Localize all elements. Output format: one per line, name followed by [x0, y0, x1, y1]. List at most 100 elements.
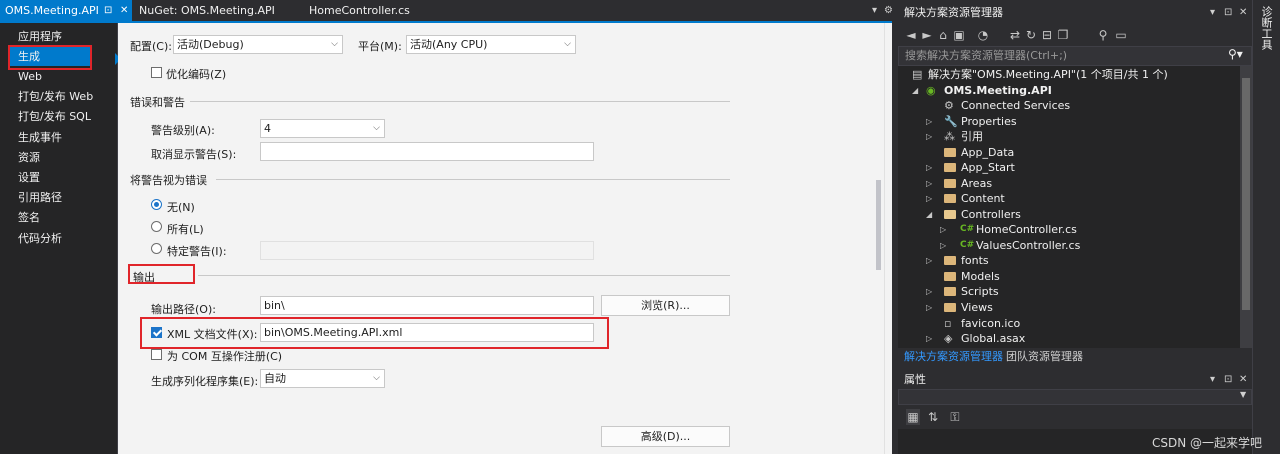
nav-item-application[interactable]: 应用程序 — [8, 27, 116, 46]
collapsed-arrow-icon[interactable]: ▷ — [926, 176, 932, 191]
properties-object-select[interactable] — [898, 389, 1252, 405]
xml-doc-path-input[interactable]: bin\OMS.Meeting.API.xml — [260, 323, 594, 342]
config-select[interactable]: 活动(Debug) ⌵ — [173, 35, 343, 54]
serialization-select[interactable]: 自动 ⌵ — [260, 369, 385, 388]
solution-explorer-title: 解决方案资源管理器 — [904, 6, 1003, 19]
back-icon[interactable]: ◄ — [904, 27, 918, 43]
pin-icon[interactable]: ⊡ — [104, 0, 112, 21]
alphabetical-icon[interactable]: ⇅ — [926, 409, 940, 425]
treat-none-label: 无(N) — [167, 201, 195, 214]
nav-item-web[interactable]: Web — [8, 67, 116, 86]
browse-button[interactable]: 浏览(R)... — [601, 295, 730, 316]
pin-icon[interactable]: ⊡ — [1224, 4, 1232, 22]
nav-item-code-analysis[interactable]: 代码分析 — [8, 229, 116, 248]
pin-icon[interactable]: ⊡ — [1224, 371, 1232, 389]
tab-team-explorer[interactable]: 团队资源管理器 — [1002, 348, 1087, 365]
expanded-arrow-icon[interactable]: ◢ — [926, 207, 932, 222]
output-path-input[interactable]: bin\ — [260, 296, 594, 315]
search-placeholder: 搜索解决方案资源管理器(Ctrl+;) — [905, 49, 1068, 62]
nav-item-resources[interactable]: 资源 — [8, 148, 116, 167]
collapsed-arrow-icon[interactable]: ▷ — [926, 129, 932, 144]
tab-project-properties[interactable]: OMS.Meeting.API ⊡ ✕ — [0, 0, 132, 21]
nav-item-package-sql[interactable]: 打包/发布 SQL — [8, 107, 116, 126]
categorized-icon[interactable]: ▦ — [906, 409, 920, 425]
chevron-down-icon: ⌵ — [373, 373, 380, 383]
folder-icon — [944, 253, 956, 269]
folder-icon — [944, 191, 956, 207]
xml-doc-label: XML 文档文件(X): — [167, 328, 258, 341]
treat-all-radio[interactable] — [151, 221, 162, 232]
window-position-icon[interactable]: ▾ — [1210, 4, 1215, 22]
collapsed-arrow-icon[interactable]: ▷ — [926, 160, 932, 175]
advanced-button[interactable]: 高级(D)... — [601, 426, 730, 447]
solution-explorer-search[interactable]: 搜索解决方案资源管理器(Ctrl+;) — [898, 46, 1252, 66]
config-label: 配置(C): — [130, 40, 172, 53]
output-section-title: 输出 — [133, 271, 155, 284]
solution-icon: ▤ — [912, 68, 923, 81]
nav-item-reference-paths[interactable]: 引用路径 — [8, 188, 116, 207]
diagnostic-tools-tab[interactable]: 诊断工具 — [1258, 6, 1273, 50]
xml-doc-checkbox[interactable] — [151, 327, 162, 338]
sync-icon[interactable]: ⇄ — [1008, 27, 1022, 43]
folder-icon — [944, 176, 956, 192]
folder-icon — [944, 269, 956, 285]
collapsed-arrow-icon[interactable]: ▷ — [940, 222, 946, 237]
window-position-icon[interactable]: ▾ — [1210, 371, 1215, 389]
com-interop-checkbox[interactable] — [151, 349, 162, 360]
serialization-value: 自动 — [264, 372, 286, 385]
wrench-icon[interactable]: ⚲ — [1096, 27, 1110, 43]
show-all-files-icon[interactable]: ❐ — [1056, 27, 1070, 43]
explorer-bottom-tabs: 解决方案资源管理器 团队资源管理器 — [898, 348, 1252, 365]
suppress-warnings-input[interactable] — [260, 142, 594, 161]
optimize-label: 优化编码(Z) — [166, 68, 227, 81]
optimize-checkbox[interactable] — [151, 67, 162, 78]
collapsed-arrow-icon[interactable]: ▷ — [926, 331, 932, 346]
output-divider — [198, 275, 730, 276]
solution-tree-scrollbar-thumb[interactable] — [1242, 78, 1250, 310]
properties-toolbar: ▦ ⇅ ⚿ — [898, 405, 1252, 429]
tab-homecontroller[interactable]: HomeController.cs — [309, 0, 410, 21]
switch-views-icon[interactable]: ▣ — [952, 27, 966, 43]
treat-specific-radio[interactable] — [151, 243, 162, 254]
expanded-arrow-icon[interactable]: ◢ — [912, 83, 918, 98]
search-icon[interactable]: ⚲▾ — [1228, 47, 1243, 61]
home-icon[interactable]: ⌂ — [936, 27, 950, 43]
refresh-icon[interactable]: ↻ — [1024, 27, 1038, 43]
collapsed-arrow-icon[interactable]: ▷ — [926, 253, 932, 268]
treat-none-radio[interactable] — [151, 199, 162, 210]
solution-tree: ▤ 解决方案"OMS.Meeting.API"(1 个项目/共 1 个) ◢ ◉… — [898, 66, 1240, 348]
collapsed-arrow-icon[interactable]: ▷ — [926, 114, 932, 129]
close-icon[interactable]: ✕ — [1239, 371, 1247, 389]
collapsed-arrow-icon[interactable]: ▷ — [940, 238, 946, 253]
tab-solution-explorer[interactable]: 解决方案资源管理器 — [900, 348, 1007, 365]
output-path-label: 输出路径(O): — [151, 303, 216, 316]
nav-item-signing[interactable]: 签名 — [8, 208, 116, 227]
forward-icon[interactable]: ► — [920, 27, 934, 43]
csharp-file-icon: C# — [960, 240, 975, 250]
folder-icon — [944, 284, 956, 300]
warning-level-select[interactable]: 4 ⌵ — [260, 119, 385, 138]
nav-item-build-events[interactable]: 生成事件 — [8, 128, 116, 147]
close-icon[interactable]: ✕ — [1239, 4, 1247, 22]
platform-select[interactable]: 活动(Any CPU) ⌵ — [406, 35, 576, 54]
preview-icon[interactable]: ▭ — [1114, 27, 1128, 43]
tab-nuget[interactable]: NuGet: OMS.Meeting.API — [139, 0, 275, 21]
treat-specific-label: 特定警告(I): — [167, 245, 227, 258]
property-pages-icon[interactable]: ⚿ — [948, 409, 962, 425]
collapsed-arrow-icon[interactable]: ▷ — [926, 300, 932, 315]
collapse-all-icon[interactable]: ⊟ — [1040, 27, 1054, 43]
nav-item-build[interactable]: 生成 — [10, 47, 90, 66]
chevron-down-icon[interactable]: ▼ — [1240, 390, 1246, 399]
nav-item-package-web[interactable]: 打包/发布 Web — [8, 87, 116, 106]
property-page-nav: 应用程序 生成 Web 打包/发布 Web 打包/发布 SQL 生成事件 资源 … — [0, 23, 118, 454]
tab-overflow-icon[interactable]: ▾ — [872, 0, 877, 21]
collapsed-arrow-icon[interactable]: ▷ — [926, 191, 932, 206]
collapsed-arrow-icon[interactable]: ▷ — [926, 284, 932, 299]
references-icon: ⁂ — [944, 130, 955, 143]
pending-changes-icon[interactable]: ◔ — [976, 27, 990, 43]
close-icon[interactable]: ✕ — [120, 0, 128, 21]
nav-item-settings[interactable]: 设置 — [8, 168, 116, 187]
tab-label: OMS.Meeting.API — [5, 4, 99, 17]
main-scrollbar-thumb[interactable] — [876, 180, 881, 270]
specific-warnings-input[interactable] — [260, 241, 594, 260]
